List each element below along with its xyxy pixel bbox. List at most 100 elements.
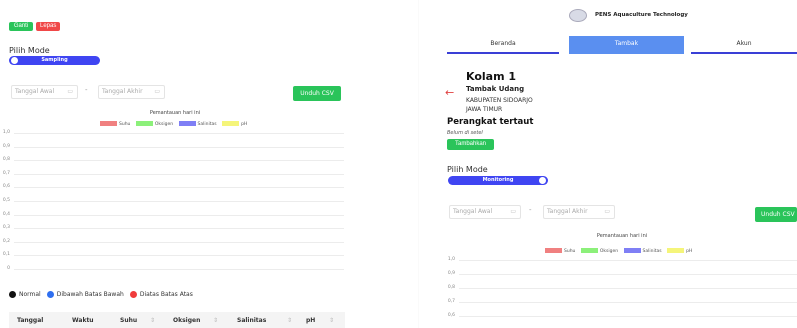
status-label: Normal — [19, 291, 41, 298]
sort-icon[interactable]: ⇕ — [150, 317, 155, 324]
mode-label: Pilih Mode — [9, 46, 50, 55]
y-tick-label: 0,4 — [2, 211, 10, 217]
legend-item: Salinitas — [623, 248, 662, 254]
status-dot — [129, 291, 137, 298]
legend-item: Suhu — [545, 248, 575, 254]
mode-toggle-label: Monitoring — [482, 177, 514, 183]
y-tick-label: 0,9 — [2, 143, 10, 149]
tab-label: Akun — [736, 40, 752, 47]
grid-line — [459, 260, 797, 261]
pond-name: Tambak Udang — [466, 85, 525, 93]
mode-toggle[interactable]: Sampling — [9, 56, 100, 65]
legend-label: Oksigen — [599, 249, 619, 254]
col-suhu[interactable]: Suhu — [120, 317, 137, 324]
y-tick-label: 0,8 — [447, 285, 455, 290]
tab-tambak[interactable]: Tambak — [569, 36, 684, 54]
grid-line — [14, 160, 344, 162]
tab-underline — [691, 52, 797, 54]
panel-divider — [418, 0, 419, 328]
legend-swatch-suhu — [100, 121, 117, 126]
grid-line — [14, 255, 344, 257]
end-date-placeholder: Tanggal Akhir — [102, 88, 143, 95]
grid-line — [14, 146, 344, 148]
sort-icon[interactable]: ⇕ — [329, 317, 334, 324]
lepas-button[interactable]: Lepas — [36, 22, 60, 31]
grid-line — [14, 241, 344, 243]
legend-item: pH — [667, 248, 692, 254]
add-device-button[interactable]: Tambahkan — [447, 139, 494, 150]
tab-akun[interactable]: Akun — [691, 36, 797, 54]
grid-line — [459, 316, 797, 317]
left-panel: Ganti Lepas Pilih Mode Sampling Tanggal … — [0, 0, 350, 328]
tab-beranda[interactable]: Beranda — [447, 36, 559, 54]
status-dot — [46, 291, 54, 298]
grid-line — [14, 214, 344, 216]
y-tick-label: 0 — [7, 266, 10, 271]
sort-icon[interactable]: ⇕ — [213, 317, 218, 324]
mode-toggle[interactable]: Monitoring — [448, 176, 548, 185]
legend-label: Suhu — [119, 122, 131, 127]
start-date-placeholder: Tanggal Awal — [453, 208, 493, 215]
calendar-icon: ▭ — [604, 208, 610, 215]
legend-item: Salinitas — [178, 121, 217, 127]
sort-icon[interactable]: ⇕ — [287, 317, 292, 324]
arrow-left-icon[interactable]: ← — [445, 86, 454, 99]
legend-swatch-salinitas — [623, 248, 641, 253]
status-label: Dibawah Batas Bawah — [56, 291, 124, 298]
y-tick-label: 0,8 — [2, 157, 10, 163]
logo-icon — [569, 9, 587, 22]
y-tick-label: 0,9 — [447, 271, 455, 276]
calendar-icon: ▭ — [154, 88, 160, 95]
legend-item: pH — [222, 121, 247, 127]
brand-name: PENS Aquaculture Technology — [595, 12, 688, 18]
col-salinitas[interactable]: Salinitas — [237, 317, 266, 324]
status-label: Diatas Batas Atas — [139, 291, 193, 298]
legend-swatch-oksigen — [135, 121, 153, 126]
status-item-below: Dibawah Batas Bawah — [46, 291, 124, 298]
y-tick-label: 0,3 — [2, 225, 10, 231]
pond-province: JAWA TIMUR — [466, 106, 503, 113]
legend-label: Oksigen — [154, 122, 174, 127]
download-csv-button[interactable]: Unduh CSV — [755, 207, 797, 222]
col-oksigen[interactable]: Oksigen — [173, 317, 200, 324]
date-separator: - — [529, 206, 532, 214]
y-tick-label: 1,0 — [2, 130, 10, 135]
legend-swatch-suhu — [545, 248, 562, 253]
grid-line — [459, 302, 797, 303]
device-status: Belum di setel — [447, 130, 483, 136]
grid-line — [14, 187, 344, 189]
legend-swatch-ph — [667, 248, 685, 253]
tab-label: Beranda — [490, 40, 516, 47]
start-date-input[interactable]: Tanggal Awal ▭ — [11, 85, 78, 99]
calendar-icon: ▭ — [67, 88, 73, 95]
grid-line — [14, 173, 344, 175]
y-tick-label: 0,6 — [447, 313, 455, 318]
ganti-button[interactable]: Ganti — [9, 22, 33, 31]
legend-label: pH — [241, 122, 248, 127]
grid-line — [14, 201, 344, 202]
pond-title: Kolam 1 — [466, 70, 517, 83]
grid-line — [14, 269, 344, 270]
end-date-input[interactable]: Tanggal Akhir ▭ — [98, 85, 165, 99]
legend-item: Oksigen — [580, 248, 619, 254]
col-tanggal[interactable]: Tanggal — [17, 317, 43, 324]
download-csv-button[interactable]: Unduh CSV — [293, 86, 341, 101]
mode-toggle-label: Sampling — [41, 57, 68, 63]
legend-label: pH — [686, 249, 693, 254]
start-date-input[interactable]: Tanggal Awal ▭ — [449, 205, 521, 219]
chart-legend: Suhu Oksigen Salinitas pH — [100, 121, 251, 127]
grid-line — [14, 228, 344, 230]
mode-label: Pilih Mode — [447, 165, 488, 174]
end-date-input[interactable]: Tanggal Akhir ▭ — [543, 205, 615, 219]
y-tick-label: 0,7 — [2, 170, 10, 176]
chart-title: Pemantauan hari ini — [596, 233, 648, 239]
status-legend: Normal Dibawah Batas Bawah Diatas Batas … — [9, 291, 199, 298]
calendar-icon: ▭ — [510, 208, 516, 215]
col-waktu[interactable]: Waktu — [72, 317, 94, 324]
status-item-normal: Normal — [9, 291, 41, 298]
y-tick-label: 0,1 — [2, 252, 10, 258]
legend-swatch-ph — [222, 121, 240, 126]
pond-regency: KABUPATEN SIDOARJO — [466, 97, 533, 104]
col-ph[interactable]: pH — [306, 317, 315, 324]
grid-line — [14, 133, 344, 134]
